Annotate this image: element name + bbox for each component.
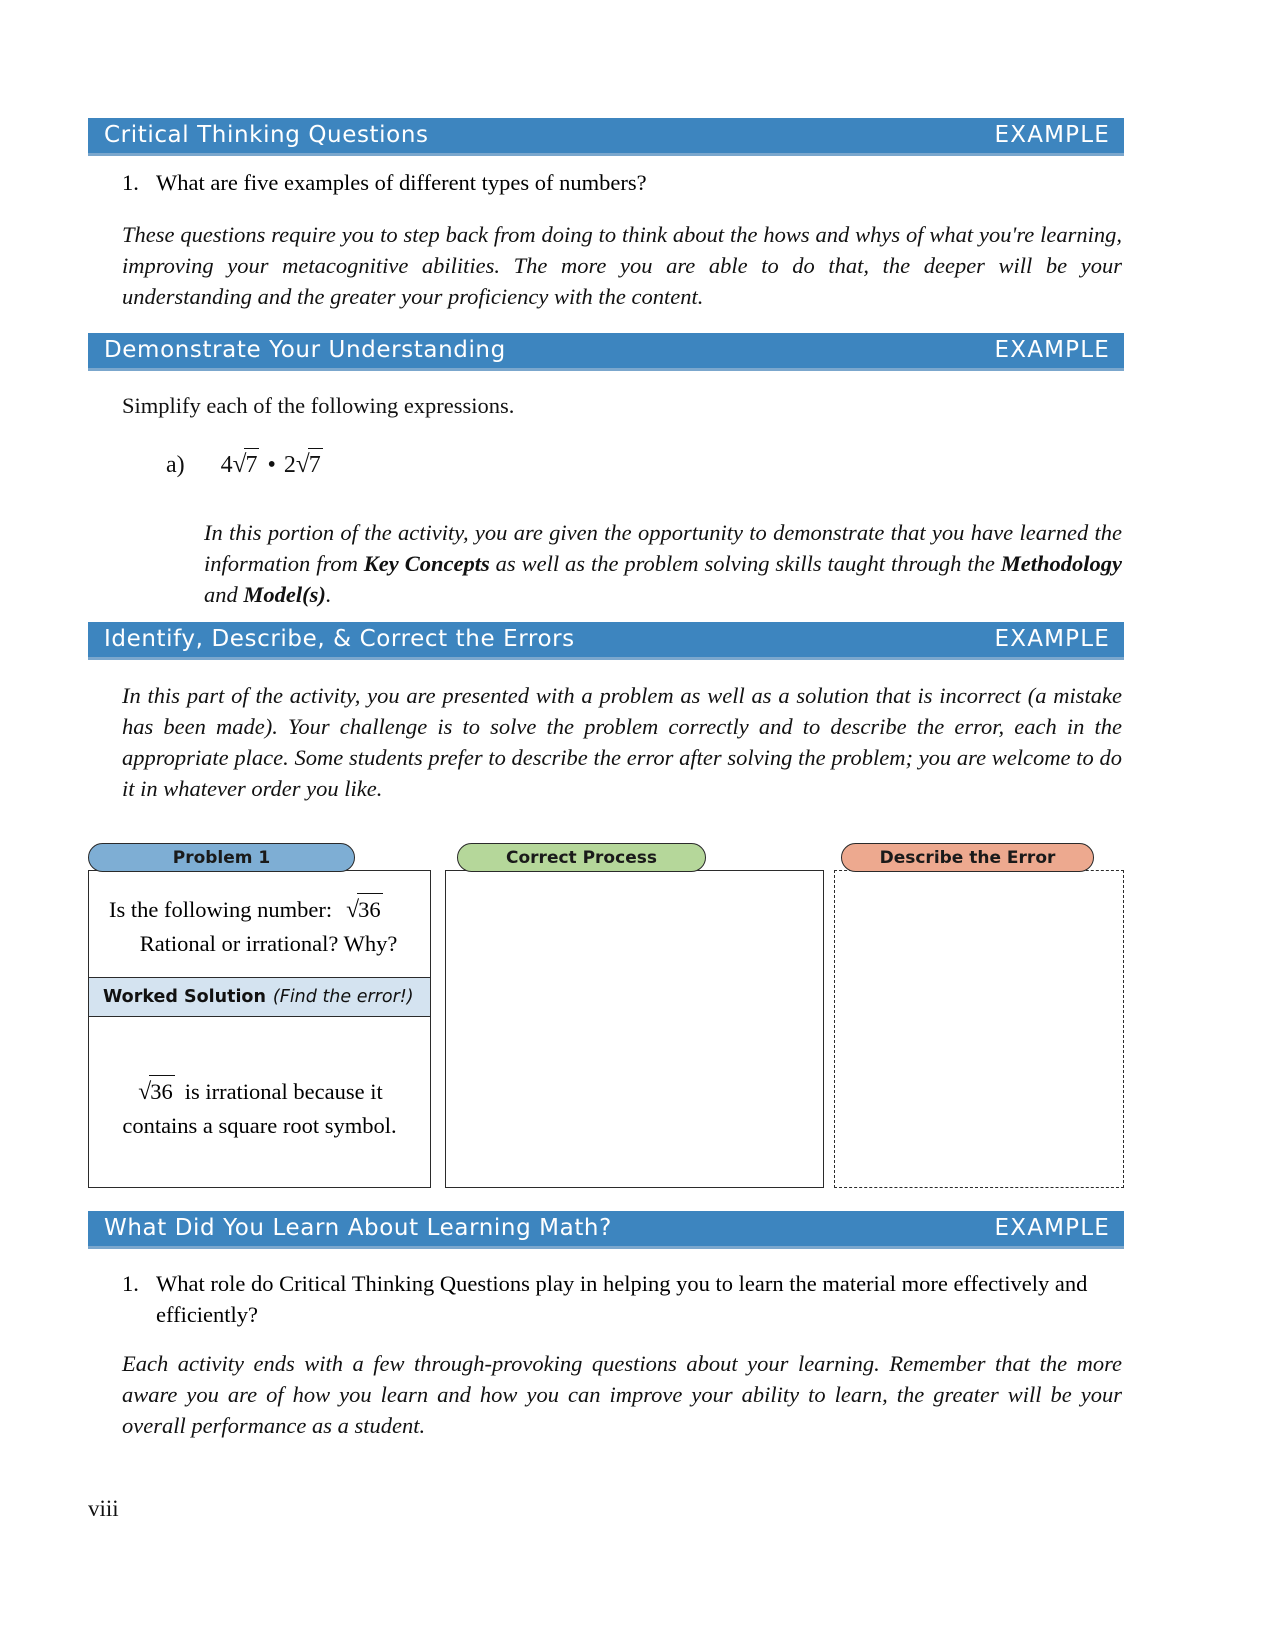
worked-solution-band: Worked Solution (Find the error!): [89, 977, 430, 1018]
problem-box: Is the following number: √36 Rational or …: [88, 870, 431, 1188]
column-describe-error: Describe the Error: [834, 843, 1124, 1188]
desc-part: as well as the problem solving skills ta…: [489, 551, 1001, 577]
tab-label: Correct Process: [506, 847, 657, 868]
section-header-demonstrate-your-understanding: Demonstrate Your Understanding EXAMPLE: [88, 333, 1124, 371]
section-badge: EXAMPLE: [994, 122, 1110, 148]
document-page: Critical Thinking Questions EXAMPLE 1. W…: [0, 0, 1275, 1650]
problem-question-prefix: Is the following number:: [109, 897, 333, 922]
tab-label: Describe the Error: [879, 847, 1056, 868]
desc-part: .: [325, 582, 332, 608]
list-item-number: 1.: [122, 170, 139, 195]
section-header-critical-thinking-questions: Critical Thinking Questions EXAMPLE: [88, 118, 1124, 156]
section-badge: EXAMPLE: [994, 626, 1110, 652]
list-item-number: 1.: [122, 1271, 139, 1296]
section-title: Demonstrate Your Understanding: [104, 337, 506, 363]
section-header-what-did-you-learn: What Did You Learn About Learning Math? …: [88, 1211, 1124, 1249]
correct-process-answer-area[interactable]: [445, 870, 824, 1188]
demonstrate-expression-row: a) 4√7 • 2√7: [166, 448, 766, 483]
problem-question-line-2: Rational or irrational? Why?: [139, 930, 398, 956]
describe-error-answer-area[interactable]: [834, 870, 1124, 1188]
math-expression: 4√7 • 2√7: [219, 448, 323, 483]
error-analysis-columns: Problem 1 Is the following number: √36 Ra…: [88, 843, 1124, 1193]
column-problem: Problem 1 Is the following number: √36 Ra…: [88, 843, 431, 1188]
coefficient-1: 4: [220, 452, 233, 478]
tab-correct-process[interactable]: Correct Process: [457, 843, 706, 872]
math-sqrt-36: √36: [136, 1075, 175, 1110]
identify-errors-description: In this part of the activity, you are pr…: [122, 683, 1122, 802]
list-item-text: What role do Critical Thinking Questions…: [156, 1271, 1088, 1328]
math-sqrt-36: √36: [344, 893, 383, 928]
section-title: Critical Thinking Questions: [104, 122, 429, 148]
demonstrate-instruction: Simplify each of the following expressio…: [122, 393, 515, 418]
desc-part-models: Model(s): [243, 582, 326, 608]
section-title: What Did You Learn About Learning Math?: [104, 1215, 612, 1241]
section-header-identify-describe-correct-errors: Identify, Describe, & Correct the Errors…: [88, 622, 1124, 660]
worked-solution-body: √36 is irrational because it contains a s…: [89, 1017, 430, 1141]
learning-question-list: 1. What role do Critical Thinking Questi…: [122, 1268, 1122, 1330]
list-item-text: What are five examples of different type…: [156, 170, 647, 195]
worked-solution-label: Worked Solution: [103, 987, 266, 1008]
problem-question-line-1: Is the following number: √36: [103, 893, 416, 928]
page-number: viii: [88, 1496, 119, 1521]
section-badge: EXAMPLE: [994, 1215, 1110, 1241]
critical-thinking-question-list: 1. What are five examples of different t…: [122, 167, 1122, 198]
radicand: 36: [357, 893, 383, 926]
problem-question: Is the following number: √36 Rational or …: [89, 871, 430, 977]
list-item: 1. What are five examples of different t…: [122, 167, 1122, 198]
tab-label: Problem 1: [172, 847, 271, 868]
list-item: 1. What role do Critical Thinking Questi…: [122, 1268, 1122, 1330]
learning-description: Each activity ends with a few through-pr…: [122, 1351, 1122, 1439]
radicand-2: 7: [307, 448, 323, 482]
critical-thinking-description: These questions require you to step back…: [122, 222, 1122, 310]
worked-solution-hint: (Find the error!): [272, 987, 414, 1008]
section-title: Identify, Describe, & Correct the Errors: [104, 626, 575, 652]
tab-problem-1[interactable]: Problem 1: [88, 843, 355, 872]
desc-part-methodology: Methodology: [1000, 551, 1122, 577]
section-badge: EXAMPLE: [994, 337, 1110, 363]
multiplication-operator: •: [267, 452, 276, 478]
radicand-1: 7: [244, 448, 260, 482]
tab-describe-the-error[interactable]: Describe the Error: [841, 843, 1094, 872]
solution-line-1: is irrational because it: [184, 1079, 383, 1105]
solution-line-2: contains a square root symbol.: [122, 1113, 397, 1139]
desc-part-key-concepts: Key Concepts: [363, 551, 490, 577]
demonstrate-description: In this portion of the activity, you are…: [204, 517, 1122, 610]
column-correct-process: Correct Process: [445, 843, 824, 1188]
coefficient-2: 2: [283, 452, 296, 478]
expression-item-label: a): [166, 452, 185, 478]
desc-part: and: [204, 582, 244, 608]
radicand: 36: [149, 1075, 175, 1108]
